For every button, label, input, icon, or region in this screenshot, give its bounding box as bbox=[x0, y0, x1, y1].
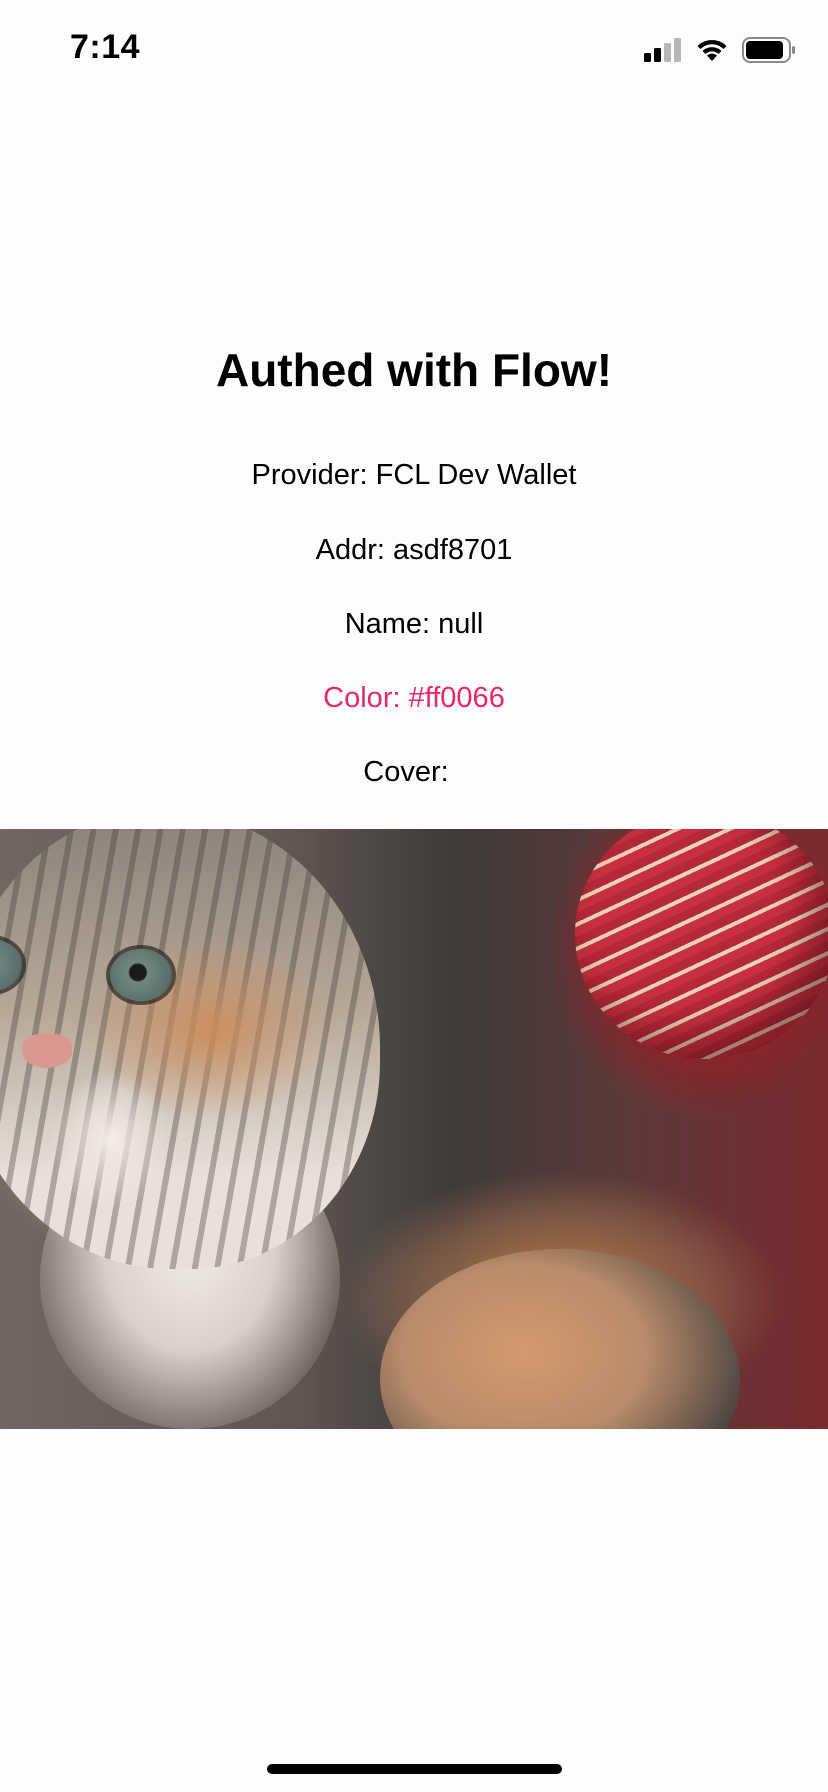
home-indicator[interactable] bbox=[267, 1764, 562, 1774]
kitten-paw bbox=[380, 1249, 740, 1429]
status-icons bbox=[644, 36, 796, 64]
kitten-face bbox=[0, 829, 380, 1269]
name-text: Name: null bbox=[344, 608, 484, 640]
signal-icon bbox=[644, 38, 681, 62]
wifi-icon bbox=[697, 39, 727, 61]
battery-icon bbox=[742, 37, 795, 63]
kitten-nose bbox=[22, 1034, 72, 1068]
cover-label: Cover: bbox=[363, 756, 449, 788]
page-title: Authed with Flow! bbox=[215, 344, 613, 396]
color-text: Color: #ff0066 bbox=[323, 682, 505, 714]
provider-text: Provider: FCL Dev Wallet bbox=[251, 459, 577, 491]
kitten-right-eye bbox=[110, 949, 172, 1001]
yarn-ball bbox=[575, 829, 828, 1059]
address-text: Addr: asdf8701 bbox=[315, 534, 513, 566]
status-time: 7:14 bbox=[70, 28, 141, 66]
kitten-left-eye bbox=[0, 939, 22, 991]
cover-image bbox=[0, 829, 828, 1429]
status-bar: 7:14 bbox=[0, 0, 828, 100]
